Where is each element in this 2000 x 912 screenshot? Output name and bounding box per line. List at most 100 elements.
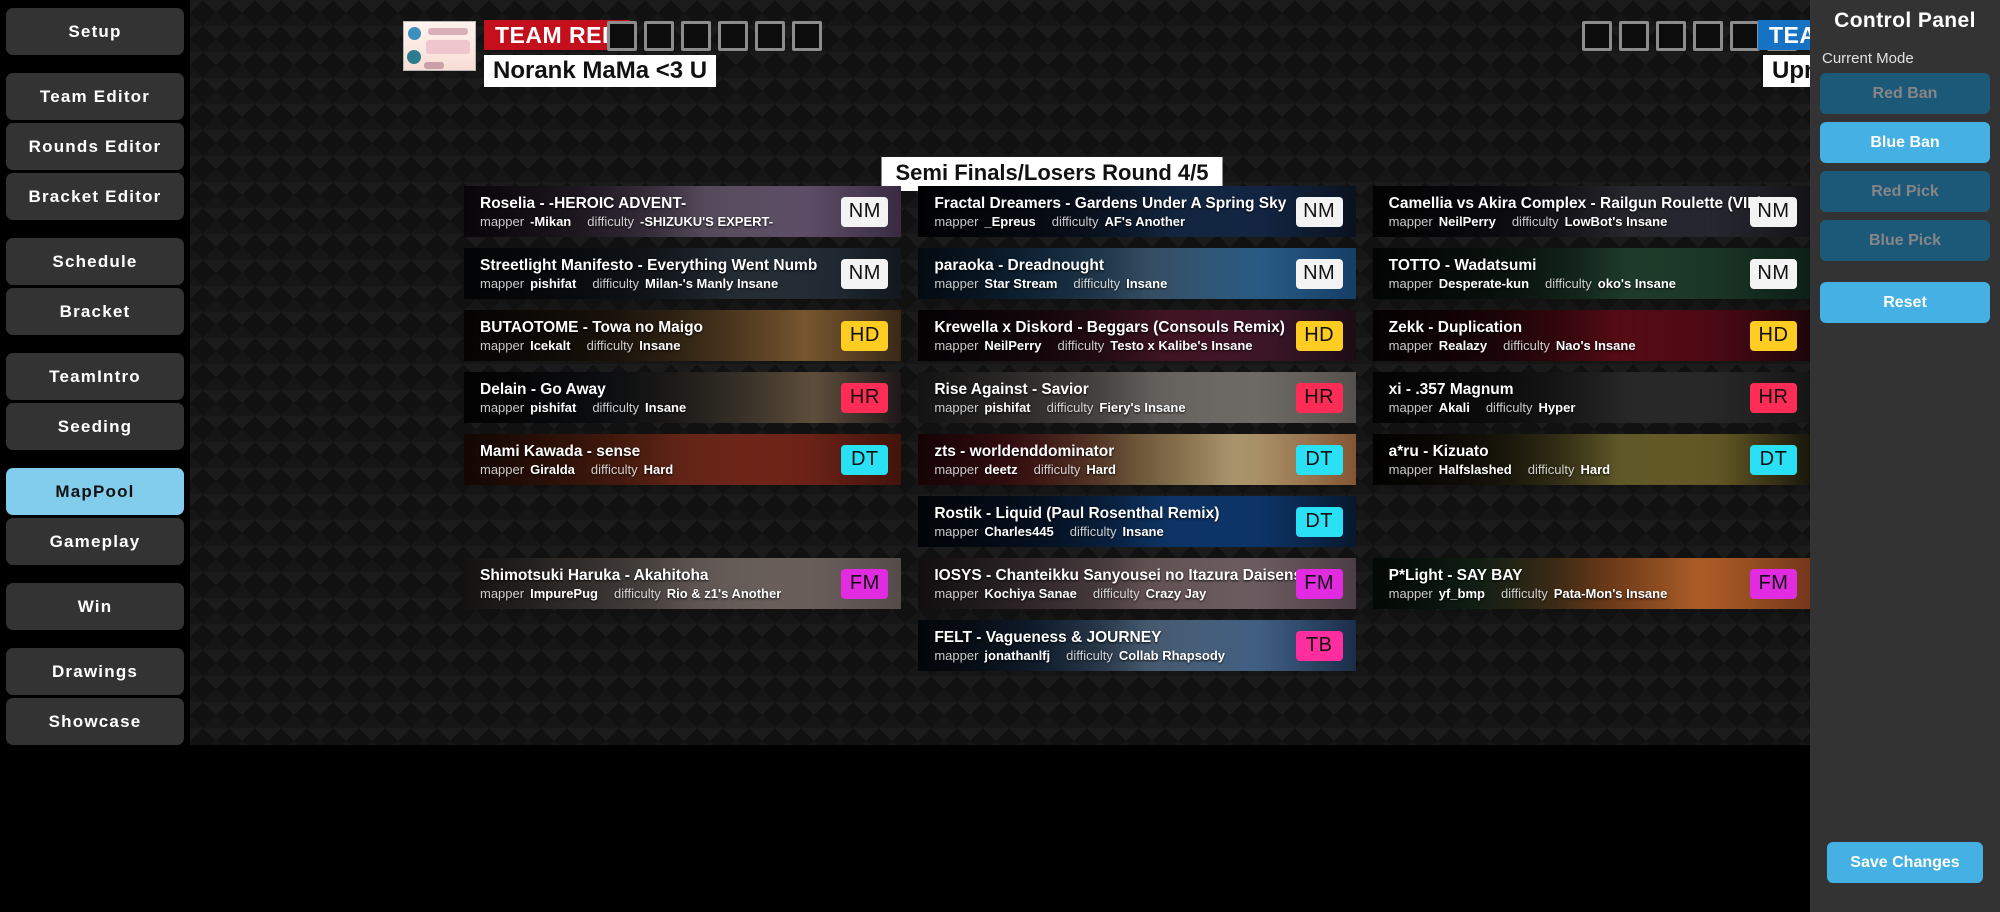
map-card[interactable]: zts - worldenddominator mapper deetz diffic… (918, 434, 1356, 485)
mapper-value: Halfslashed (1438, 461, 1512, 477)
mod-badge-hd[interactable]: HD (1749, 320, 1797, 351)
map-card[interactable]: IOSYS - Chanteikku Sanyousei no Itazura … (918, 558, 1356, 609)
mod-badge-hd[interactable]: HD (841, 320, 889, 351)
mapper-value: Akali (1438, 399, 1470, 415)
map-card[interactable]: Krewella x Diskord - Beggars (Consouls R… (918, 310, 1356, 361)
app-root: Setup Team Editor Rounds Editor Bracket Edi… (0, 0, 2000, 912)
mod-badge-nm[interactable]: NM (1295, 196, 1343, 227)
reset-button[interactable]: Reset (1820, 282, 1990, 323)
map-card[interactable]: FELT - Vagueness & JOURNEY mapper jonathan… (918, 620, 1356, 671)
map-title: Roselia - -HEROIC ADVENT- (480, 194, 687, 212)
map-card[interactable]: Zekk - Duplication mapper Realazy difficult… (1372, 310, 1810, 361)
mod-badge-dt[interactable]: DT (1295, 444, 1343, 475)
sidebar-item-win[interactable]: Win (6, 583, 184, 630)
map-card[interactable]: Delain - Go Away mapper pishifat difficulty… (464, 372, 902, 423)
stage: TEAM RED Norank MaMa <3 U TEAM BLUE Upra… (190, 0, 1810, 912)
map-text: Krewella x Diskord - Beggars (Consouls R… (918, 319, 1285, 353)
difficulty-label: difficulty (1092, 585, 1140, 601)
sidebar-divider (6, 453, 184, 468)
mapper-label: mapper (480, 213, 525, 229)
map-card[interactable]: a*ru - Kizuato mapper Halfslashed difficult… (1372, 434, 1810, 485)
mode-button-blue-ban[interactable]: Blue Ban (1820, 122, 1990, 163)
map-card[interactable]: Streetlight Manifesto - Everything Went … (464, 248, 902, 299)
sidebar-item-bracket[interactable]: Bracket (6, 288, 184, 335)
map-meta: mapper Realazy difficulty Nao's Insane (1389, 338, 1646, 353)
mod-badge-fm[interactable]: FM (1295, 568, 1343, 599)
difficulty-value: Insane (645, 399, 687, 415)
difficulty-label: difficulty (587, 213, 634, 229)
sidebar-item-gameplay[interactable]: Gameplay (6, 518, 184, 565)
map-title: Zekk - Duplication (1388, 318, 1523, 336)
map-text: paraoka - Dreadnought mapper Star Stream di… (918, 257, 1177, 291)
mod-badge-nm[interactable]: NM (841, 258, 889, 289)
mapper-label: mapper (480, 585, 525, 601)
mode-button-red-pick[interactable]: Red Pick (1820, 171, 1990, 212)
mod-badge-fm[interactable]: FM (841, 568, 889, 599)
sidebar-item-showcase[interactable]: Showcase (6, 698, 184, 745)
red-score-boxes[interactable] (607, 21, 822, 51)
sidebar-item-seeding[interactable]: Seeding (6, 403, 184, 450)
mod-badge-hd[interactable]: HD (1295, 320, 1343, 351)
mod-badge-nm[interactable]: NM (1749, 196, 1797, 227)
mod-badge-hr[interactable]: HR (841, 382, 889, 413)
map-card[interactable]: TOTTO - Wadatsumi mapper Desperate-kun diff… (1372, 248, 1810, 299)
sidebar-item-team-editor[interactable]: Team Editor (6, 73, 184, 120)
mod-badge-dt[interactable]: DT (1749, 444, 1797, 475)
score-box[interactable] (1582, 21, 1612, 51)
sidebar-item-schedule[interactable]: Schedule (6, 238, 184, 285)
map-text: Camellia vs Akira Complex - Railgun Roul… (1373, 195, 1763, 229)
difficulty-label: difficulty (592, 399, 640, 415)
mode-button-blue-pick[interactable]: Blue Pick (1820, 220, 1990, 261)
mod-badge-hr[interactable]: HR (1295, 382, 1343, 413)
map-slot: Roselia - -HEROIC ADVENT-mapper -Mikan dif… (464, 186, 902, 248)
pool-column: Fractal Dreamers - Gardens Under A Sprin… (918, 186, 1356, 682)
map-meta: mapper jonathanlfj difficulty Collab Rhapso… (934, 648, 1235, 663)
difficulty-label: difficulty (613, 585, 661, 601)
sidebar-item-teamintro[interactable]: TeamIntro (6, 353, 184, 400)
score-box[interactable] (718, 21, 748, 51)
mapper-value: _Epreus (984, 213, 1036, 229)
mod-badge-nm[interactable]: NM (1749, 258, 1797, 289)
save-changes-button[interactable]: Save Changes (1827, 842, 1983, 883)
map-meta: mapper pishifat difficulty Fiery's Insane (934, 400, 1195, 415)
score-box[interactable] (607, 21, 637, 51)
mod-badge-nm[interactable]: NM (841, 196, 889, 227)
map-card[interactable]: Mami Kawada - sense mapper Giralda difficul… (464, 434, 902, 485)
mod-badge-dt[interactable]: DT (841, 444, 889, 475)
map-card[interactable]: Fractal Dreamers - Gardens Under A Sprin… (918, 186, 1356, 237)
map-card[interactable]: xi - .357 Magnum mapper Akali difficulty Hyp… (1372, 372, 1810, 423)
sidebar-item-rounds-editor[interactable]: Rounds Editor (6, 123, 184, 170)
score-box[interactable] (1730, 21, 1760, 51)
mode-button-red-ban[interactable]: Red Ban (1820, 73, 1990, 114)
sidebar-item-mappool[interactable]: MapPool (6, 468, 184, 515)
map-card[interactable]: Shimotsuki Haruka - Akahitoha mapper Impur… (464, 558, 902, 609)
sidebar-item-drawings[interactable]: Drawings (6, 648, 184, 695)
mod-badge-tb[interactable]: TB (1295, 630, 1343, 661)
control-panel: Control Panel Current Mode Red Ban Blue B… (1810, 0, 2000, 912)
score-box[interactable] (792, 21, 822, 51)
score-box[interactable] (681, 21, 711, 51)
map-card[interactable]: Rostik - Liquid (Paul Rosenthal Remix) ma… (918, 496, 1356, 547)
map-card[interactable]: Camellia vs Akira Complex - Railgun Roul… (1372, 186, 1810, 237)
mapper-label: mapper (934, 213, 979, 229)
pool-column: Camellia vs Akira Complex - Railgun Roul… (1372, 186, 1810, 682)
mode-button-list: Red Ban Blue Ban Red Pick Blue Pick (1820, 73, 1990, 261)
map-meta: mapper Desperate-kun difficulty oko's Insan… (1389, 276, 1686, 291)
mod-badge-fm[interactable]: FM (1749, 568, 1797, 599)
score-box[interactable] (1656, 21, 1686, 51)
mod-badge-dt[interactable]: DT (1295, 506, 1343, 537)
score-box[interactable] (755, 21, 785, 51)
score-box[interactable] (644, 21, 674, 51)
score-box[interactable] (1619, 21, 1649, 51)
map-card[interactable]: BUTAOTOME - Towa no Maigo mapper Icekalt di… (464, 310, 902, 361)
sidebar-item-bracket-editor[interactable]: Bracket Editor (6, 173, 184, 220)
map-card[interactable]: P*Light - SAY BAY mapper yf_bmp difficulty P… (1372, 558, 1810, 609)
mod-badge-nm[interactable]: NM (1295, 258, 1343, 289)
sidebar-item-setup[interactable]: Setup (6, 8, 184, 55)
map-card[interactable]: Rise Against - Savior mapper pishifat diffi… (918, 372, 1356, 423)
mod-badge-hr[interactable]: HR (1749, 382, 1797, 413)
score-box[interactable] (1693, 21, 1723, 51)
map-card[interactable]: Roselia - -HEROIC ADVENT-mapper -Mikan dif… (464, 186, 902, 237)
map-card[interactable]: paraoka - Dreadnought mapper Star Stream di… (918, 248, 1356, 299)
mapper-label: mapper (480, 275, 525, 291)
